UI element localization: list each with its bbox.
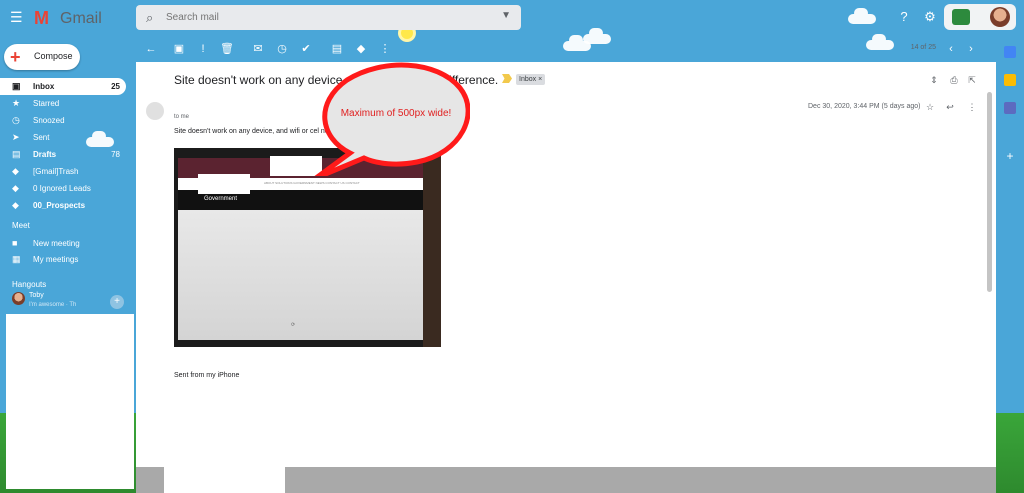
video-camera-icon: ■ [12, 238, 18, 248]
annotation-speech-bubble: Maximum of 500px wide! [314, 62, 470, 176]
redaction-box [198, 174, 250, 194]
redacted-panel [6, 314, 134, 489]
calendar-icon: ▦ [12, 254, 21, 264]
left-sidebar: + Compose ▣ Inbox 25 ★ Starred ◷ Snoozed… [0, 36, 136, 493]
photo-site-nav-text: ABOUT SOLUTIONS GOVERNMENT NEWS CONTACT … [264, 181, 360, 185]
move-to-folder-icon[interactable]: ▤ [330, 42, 344, 56]
search-bar[interactable]: ⌕ ▼ [136, 5, 521, 30]
star-icon: ★ [12, 98, 21, 108]
annotation-text: Maximum of 500px wide! [341, 108, 452, 119]
bottom-redacted-box [164, 467, 285, 493]
sidebar-item-drafts[interactable]: ▤ Drafts 78 [0, 146, 126, 163]
inbox-icon: ▣ [12, 81, 21, 91]
sidebar-item-snoozed[interactable]: ◷ Snoozed [0, 112, 126, 129]
sidebar-item-sent[interactable]: ➤ Sent [0, 129, 126, 146]
importance-marker-icon[interactable] [502, 74, 512, 83]
app-logo-text: Gmail [60, 10, 102, 27]
photo-blank-page [178, 210, 423, 340]
bubble-shape [314, 62, 470, 176]
add-addon-icon[interactable]: + [1004, 150, 1016, 162]
right-side-rail: + [996, 36, 1024, 493]
delete-trash-icon[interactable]: 🗑 [220, 42, 234, 56]
loading-spinner-icon: ⟳ [291, 322, 296, 328]
message-content: Site doesn't work on any device, and wif… [136, 62, 996, 467]
top-bar: ☰ M Gmail ⌕ ▼ ? ⚙ ⋮⋮ [0, 0, 1024, 36]
attached-photo[interactable]: ABOUT SOLUTIONS GOVERNMENT NEWS CONTACT … [174, 148, 441, 347]
sidebar-item-starred[interactable]: ★ Starred [0, 95, 126, 112]
open-in-new-window-icon[interactable]: ⇱ [966, 74, 978, 86]
main-menu-icon[interactable]: ☰ [10, 10, 26, 24]
hangouts-contact-name[interactable]: Toby [29, 292, 44, 299]
add-task-icon[interactable]: ✔ [299, 42, 313, 56]
inbox-label-chip[interactable]: Inbox × [516, 74, 546, 85]
hangouts-contact-avatar[interactable] [12, 292, 25, 305]
calendar-app-icon[interactable] [1004, 46, 1016, 58]
star-icon[interactable]: ☆ [924, 101, 936, 113]
print-icon[interactable]: ⎙ [948, 74, 960, 86]
message-pane: ← ▣ ! 🗑 ✉ ◷ ✔ ▤ ◆ ⋮ 14 of 25 ‹ › Site do… [136, 36, 996, 493]
settings-gear-icon[interactable]: ⚙ [922, 9, 938, 25]
new-conversation-icon[interactable]: + [110, 295, 124, 309]
account-area[interactable] [944, 4, 1016, 30]
sender-avatar[interactable] [146, 102, 164, 120]
newer-chevron-icon[interactable]: ‹ [944, 42, 958, 56]
photo-frame-edge [423, 148, 441, 347]
meet-heading: Meet [12, 221, 30, 230]
email-signature: Sent from my iPhone [174, 372, 240, 379]
search-icon[interactable]: ⌕ [146, 10, 153, 26]
back-arrow-icon[interactable]: ← [144, 42, 158, 56]
email-timestamp: Dec 30, 2020, 3:44 PM (5 days ago) [808, 103, 921, 110]
avatar[interactable] [990, 7, 1010, 27]
more-options-icon[interactable]: ⋮ [378, 42, 392, 56]
archive-icon[interactable]: ▣ [172, 42, 186, 56]
label-icon[interactable]: ◆ [354, 42, 368, 56]
clock-icon: ◷ [12, 115, 20, 125]
photo-banner-label: Government [204, 196, 238, 202]
account-badge-icon[interactable] [952, 9, 970, 25]
label-tag-icon: ◆ [12, 183, 19, 193]
sidebar-item-my-meetings[interactable]: ▦ My meetings [0, 251, 126, 268]
draft-file-icon: ▤ [12, 149, 21, 159]
snooze-clock-icon[interactable]: ◷ [275, 42, 289, 56]
compose-plus-icon: + [10, 47, 21, 67]
sidebar-item-trash[interactable]: ◆ [Gmail]Trash [0, 163, 126, 180]
recipient-line[interactable]: to me [174, 114, 189, 120]
sidebar-item-new-meeting[interactable]: ■ New meeting [0, 235, 126, 252]
reply-icon[interactable]: ↩ [944, 101, 956, 113]
hangouts-heading: Hangouts [12, 280, 47, 289]
label-tag-icon: ◆ [12, 166, 19, 176]
sidebar-item-ignored-leads[interactable]: ◆ 0 Ignored Leads [0, 180, 126, 197]
compose-button[interactable]: + Compose [4, 44, 80, 70]
gmail-logo-icon[interactable]: M [34, 8, 49, 29]
label-tag-icon: ◆ [12, 200, 19, 210]
send-icon: ➤ [12, 132, 20, 142]
help-icon[interactable]: ? [896, 9, 912, 25]
expand-collapse-icon[interactable]: ⇕ [928, 74, 940, 86]
hangouts-contact-status: I'm awesome · Th [29, 302, 77, 308]
mark-unread-icon[interactable]: ✉ [251, 42, 265, 56]
message-toolbar: ← ▣ ! 🗑 ✉ ◷ ✔ ▤ ◆ ⋮ 14 of 25 ‹ › [136, 36, 996, 62]
sidebar-item-inbox[interactable]: ▣ Inbox 25 [0, 78, 126, 95]
more-vert-icon[interactable]: ⋮ [966, 101, 978, 113]
compose-label: Compose [34, 51, 73, 61]
search-options-icon[interactable]: ▼ [501, 10, 511, 21]
older-chevron-icon[interactable]: › [964, 42, 978, 56]
keep-app-icon[interactable] [1004, 74, 1016, 86]
pager-text: 14 of 25 [910, 44, 936, 51]
vertical-scrollbar[interactable] [987, 92, 992, 292]
report-spam-icon[interactable]: ! [196, 42, 210, 56]
tasks-app-icon[interactable] [1004, 102, 1016, 114]
sidebar-item-prospects[interactable]: ◆ 00_Prospects [0, 197, 126, 214]
search-input[interactable] [166, 9, 496, 26]
